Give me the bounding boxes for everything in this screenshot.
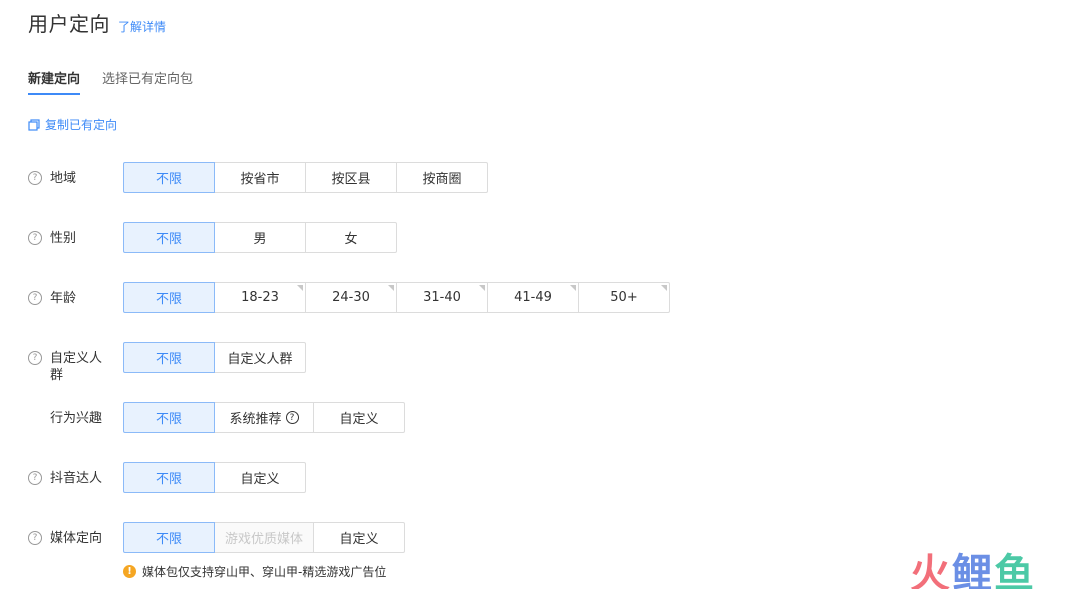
gender-option-male[interactable]: 男 xyxy=(214,222,306,253)
media-targeting-options: 不限 游戏优质媒体 自定义 xyxy=(123,522,405,553)
learn-more-link[interactable]: 了解详情 xyxy=(118,18,166,35)
douyin-influencer-label: ? 抖音达人 xyxy=(28,462,123,487)
help-icon[interactable]: ? xyxy=(285,411,299,424)
help-icon[interactable]: ? xyxy=(28,351,42,365)
gender-option-unlimited[interactable]: 不限 xyxy=(123,222,215,253)
behavior-interest-row: 行为兴趣 不限 系统推荐? 自定义 xyxy=(28,402,405,433)
copy-icon xyxy=(28,118,40,131)
gender-option-female[interactable]: 女 xyxy=(305,222,397,253)
custom-audience-row: ? 自定义人群 不限 自定义人群 xyxy=(28,342,306,384)
region-option-district[interactable]: 按区县 xyxy=(305,162,397,193)
custom-audience-option-custom[interactable]: 自定义人群 xyxy=(214,342,306,373)
douyin-influencer-options: 不限 自定义 xyxy=(123,462,306,493)
age-option-50-plus[interactable]: 50+ xyxy=(578,282,670,313)
media-targeting-label: ? 媒体定向 xyxy=(28,522,123,547)
region-label: ? 地域 xyxy=(28,162,123,187)
help-icon[interactable]: ? xyxy=(28,291,42,305)
gender-label: ? 性别 xyxy=(28,222,123,247)
warning-icon: ! xyxy=(123,565,136,578)
media-option-game-quality-media: 游戏优质媒体 xyxy=(214,522,314,553)
behavior-interest-option-unlimited[interactable]: 不限 xyxy=(123,402,215,433)
corner-mark-icon xyxy=(479,285,485,291)
media-notice: ! 媒体包仅支持穿山甲、穿山甲-精选游戏广告位 xyxy=(123,563,386,580)
age-row: ? 年龄 不限 18-23 24-30 31-40 41-49 50+ xyxy=(28,282,670,313)
behavior-interest-label: 行为兴趣 xyxy=(50,411,103,426)
age-label: ? 年龄 xyxy=(28,282,123,307)
page-title: 用户定向 xyxy=(28,12,110,36)
media-option-custom[interactable]: 自定义 xyxy=(313,522,405,553)
tab-new-targeting[interactable]: 新建定向 xyxy=(28,68,81,95)
age-option-18-23[interactable]: 18-23 xyxy=(214,282,306,313)
corner-mark-icon xyxy=(297,285,303,291)
copy-existing-targeting-link[interactable]: 复制已有定向 xyxy=(28,116,117,133)
media-targeting-row: ? 媒体定向 不限 游戏优质媒体 自定义 xyxy=(28,522,405,553)
help-icon[interactable]: ? xyxy=(28,531,42,545)
custom-audience-option-unlimited[interactable]: 不限 xyxy=(123,342,215,373)
douyin-influencer-row: ? 抖音达人 不限 自定义 xyxy=(28,462,306,493)
targeting-tabs: 新建定向 选择已有定向包 xyxy=(28,68,215,95)
age-option-24-30[interactable]: 24-30 xyxy=(305,282,397,313)
douyin-influencer-option-custom[interactable]: 自定义 xyxy=(214,462,306,493)
help-icon[interactable]: ? xyxy=(28,171,42,185)
media-notice-text: 媒体包仅支持穿山甲、穿山甲-精选游戏广告位 xyxy=(142,565,387,579)
behavior-interest-option-custom[interactable]: 自定义 xyxy=(313,402,405,433)
help-icon[interactable]: ? xyxy=(28,471,42,485)
gender-row: ? 性别 不限 男 女 xyxy=(28,222,397,253)
region-option-business-area[interactable]: 按商圈 xyxy=(396,162,488,193)
help-icon[interactable]: ? xyxy=(28,231,42,245)
gender-options: 不限 男 女 xyxy=(123,222,397,253)
watermark-logo: 火 鲤 鱼 xyxy=(910,541,1036,589)
watermark-char: 鲤 xyxy=(952,551,994,589)
region-row: ? 地域 不限 按省市 按区县 按商圈 xyxy=(28,162,488,193)
region-option-province-city[interactable]: 按省市 xyxy=(214,162,306,193)
corner-mark-icon xyxy=(388,285,394,291)
age-option-31-40[interactable]: 31-40 xyxy=(396,282,488,313)
page-header: 用户定向 了解详情 xyxy=(28,8,166,37)
age-option-unlimited[interactable]: 不限 xyxy=(123,282,215,313)
douyin-influencer-option-unlimited[interactable]: 不限 xyxy=(123,462,215,493)
media-option-unlimited[interactable]: 不限 xyxy=(123,522,215,553)
age-option-41-49[interactable]: 41-49 xyxy=(487,282,579,313)
custom-audience-options: 不限 自定义人群 xyxy=(123,342,306,373)
age-options: 不限 18-23 24-30 31-40 41-49 50+ xyxy=(123,282,670,313)
watermark-char: 火 xyxy=(910,551,952,589)
corner-mark-icon xyxy=(661,285,667,291)
custom-audience-label: ? 自定义人群 xyxy=(28,342,123,384)
watermark-char: 鱼 xyxy=(994,551,1036,589)
region-option-unlimited[interactable]: 不限 xyxy=(123,162,215,193)
corner-mark-icon xyxy=(570,285,576,291)
copy-link-label: 复制已有定向 xyxy=(45,118,118,132)
behavior-interest-options: 不限 系统推荐? 自定义 xyxy=(123,402,405,433)
region-options: 不限 按省市 按区县 按商圈 xyxy=(123,162,488,193)
behavior-interest-option-recommended[interactable]: 系统推荐? xyxy=(214,402,314,433)
tab-existing-package[interactable]: 选择已有定向包 xyxy=(102,68,193,95)
